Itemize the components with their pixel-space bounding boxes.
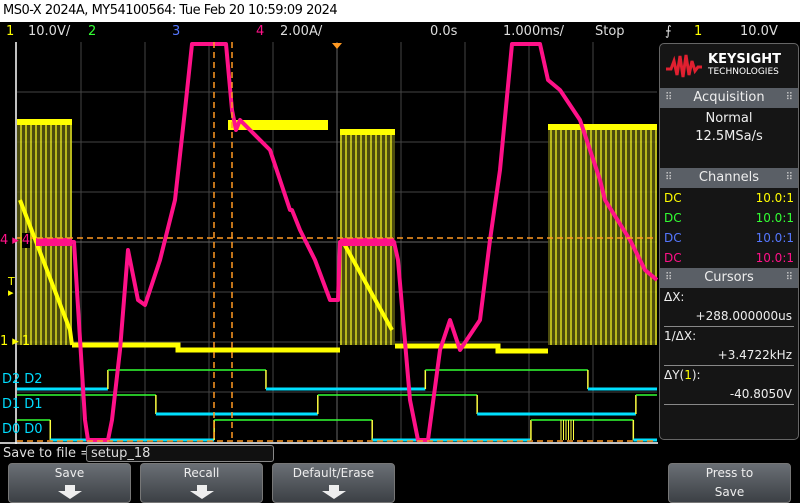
sample-rate: 12.5MSa/s (695, 129, 763, 144)
delta-y-value: -40.8050V (664, 384, 794, 405)
acquisition-header[interactable]: Acquisition (660, 88, 798, 108)
trigger-edge-icon: ⨍ (665, 24, 672, 39)
arrow-down-icon (57, 485, 82, 499)
delta-x-value: +288.000000us (664, 306, 794, 327)
save-to-file-label: Save to file = (3, 446, 92, 461)
trigger-level[interactable]: 10.0V (740, 22, 778, 42)
filename-field[interactable]: setup_18 (86, 445, 274, 462)
timebase[interactable]: 1.000ms/ (503, 22, 564, 42)
ch4-scale[interactable]: 2.00A/ (280, 22, 322, 42)
waveform-display[interactable] (0, 42, 658, 444)
channels-header[interactable]: Channels (660, 168, 798, 188)
save-bar: Save to file = setup_18 (0, 444, 800, 463)
acquisition-mode: Normal (705, 111, 753, 126)
ch1-baseline (395, 343, 548, 354)
d2-label[interactable]: D2 D2 (2, 372, 43, 387)
delta-y-label: ΔY(1): (664, 368, 701, 382)
press-to-save-softkey[interactable]: Press to Save (668, 463, 791, 503)
arrow-down-icon (189, 485, 214, 499)
status-bar: 1 10.0V/ 2 3 4 2.00A/ 0.0s 1.000ms/ Stop… (0, 22, 800, 42)
ch4-flat (36, 238, 72, 246)
ch1-marker[interactable]: 1 ▸ 1 (0, 334, 30, 349)
trigger-source[interactable]: 1 (694, 22, 702, 42)
horizontal-delay[interactable]: 0.0s (430, 22, 457, 42)
d0-label[interactable]: D0 D0 (2, 422, 43, 437)
inverse-delta-x-value: +3.4722kHz (664, 345, 794, 366)
run-state[interactable]: Stop (595, 22, 625, 42)
default-erase-softkey[interactable]: Default/Erase (272, 463, 395, 503)
arrow-down-icon (321, 485, 346, 499)
d1-label[interactable]: D1 D1 (2, 397, 43, 412)
inverse-delta-x-label: 1/ΔX: (664, 329, 697, 343)
recall-softkey[interactable]: Recall (140, 463, 263, 503)
ch1-marker-label: 1 (21, 334, 31, 349)
cursors-header[interactable]: Cursors (660, 268, 798, 288)
keysight-logo: KEYSIGHT TECHNOLOGIES (660, 44, 798, 88)
trigger-level-marker[interactable]: T ▸ (8, 276, 15, 298)
window-title: MS0-X 2024A, MY54100564: Tue Feb 20 10:5… (0, 0, 800, 22)
ch1-baseline (72, 342, 340, 353)
keysight-wave-icon (666, 54, 702, 78)
ch4-marker[interactable]: 4 ▸ 4 (0, 233, 31, 248)
ch1-burst (548, 125, 657, 345)
ch4-indicator[interactable]: 4 (256, 22, 264, 42)
trigger-position-marker[interactable] (332, 43, 342, 49)
channel-row-3: DC 10.0:1 (664, 231, 794, 245)
info-panel: KEYSIGHT TECHNOLOGIES Acquisition Normal… (659, 43, 799, 440)
save-softkey[interactable]: Save (8, 463, 131, 503)
ch4-flat (340, 238, 394, 246)
ch1-scale[interactable]: 10.0V/ (28, 22, 70, 42)
ch3-indicator[interactable]: 3 (172, 22, 180, 42)
ch4-marker-label: 4 (21, 233, 31, 248)
ch2-indicator[interactable]: 2 (88, 22, 96, 42)
channel-row-4: DC 10.0:1 (664, 251, 794, 265)
delta-x-label: ΔX: (664, 290, 685, 304)
ch1-indicator[interactable]: 1 (6, 22, 14, 42)
channel-row-1: DC 10.0:1 (664, 191, 794, 205)
channel-row-2: DC 10.0:1 (664, 211, 794, 225)
